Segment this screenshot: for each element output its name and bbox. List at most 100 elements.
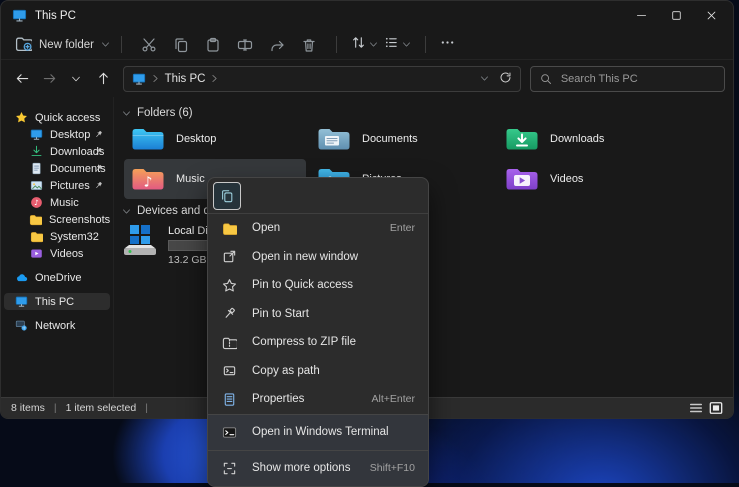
star-icon <box>14 111 28 124</box>
folder-tile-documents[interactable]: Documents <box>310 119 492 159</box>
folders-section-header[interactable]: Folders (6) <box>122 107 193 119</box>
drive-icon <box>120 223 160 257</box>
context-menu-items: OpenEnterOpen in new window Pin to Quick … <box>208 214 428 414</box>
refresh-button[interactable] <box>499 71 512 87</box>
search-input[interactable] <box>559 72 693 86</box>
sidebar-item-onedrive[interactable]: OneDrive <box>4 269 110 286</box>
folder-music-icon: ♪ <box>131 165 165 193</box>
view-toggle-buttons <box>689 401 723 415</box>
sidebar-item-this-pc[interactable]: This PC <box>4 293 110 310</box>
folder-tile-downloads[interactable]: Downloads <box>498 119 680 159</box>
music-icon: ♪ <box>29 196 43 209</box>
sidebar-item-system32[interactable]: System32 <box>4 228 110 245</box>
sidebar-item-downloads[interactable]: Downloads <box>4 143 110 160</box>
sidebar-item-screenshots[interactable]: Screenshots <box>4 211 110 228</box>
pin-quick-access-icon <box>221 278 238 293</box>
network-icon <box>14 319 28 332</box>
pictures-icon <box>29 179 43 192</box>
folders-header-label: Folders (6) <box>137 107 193 119</box>
sidebar-item-network[interactable]: Network <box>4 317 110 334</box>
up-button[interactable] <box>91 71 116 86</box>
folder-tile-label: Music <box>176 173 205 185</box>
folder-downloads-icon <box>505 125 539 153</box>
new-folder-button[interactable]: New folder <box>15 35 110 55</box>
menu-item-shortcut: Alt+Enter <box>372 393 415 405</box>
breadcrumb[interactable]: This PC <box>165 73 206 85</box>
show-more-icon <box>221 461 238 476</box>
delete-button[interactable] <box>293 37 325 53</box>
copy-button[interactable] <box>213 182 241 210</box>
this-pc-icon <box>132 72 146 86</box>
recent-locations-button[interactable] <box>64 74 89 84</box>
paste-button[interactable] <box>197 37 229 53</box>
title-bar[interactable]: This PC <box>1 1 733 30</box>
cut-button[interactable] <box>133 37 165 53</box>
view-icon <box>384 35 399 55</box>
view-button[interactable] <box>384 35 411 55</box>
desktop-icon <box>29 128 43 141</box>
sidebar-item-quick-access[interactable]: Quick access <box>4 109 110 126</box>
status-separator: | <box>54 402 57 414</box>
address-bar[interactable]: This PC <box>123 66 521 92</box>
items-count: 8 items <box>11 402 45 414</box>
edit-actions <box>133 37 325 53</box>
sort-button[interactable] <box>351 35 378 55</box>
menu-item-label: Show more options <box>252 462 350 474</box>
collapse-icon <box>122 109 131 118</box>
context-menu-extra-items: Open in Windows TerminalShow more option… <box>208 414 428 486</box>
rename-button[interactable] <box>229 37 261 53</box>
menu-item-label: Pin to Start <box>252 308 309 320</box>
menu-item-label: Pin to Quick access <box>252 279 353 291</box>
menu-item-shortcut: Enter <box>390 222 415 234</box>
sidebar-item-desktop[interactable]: Desktop <box>4 126 110 143</box>
menu-item-pin-to-quick-access[interactable]: Pin to Quick access <box>208 271 428 300</box>
menu-item-open-in-windows-terminal[interactable]: Open in Windows Terminal <box>208 415 428 450</box>
maximize-button[interactable] <box>659 1 694 30</box>
menu-item-properties[interactable]: PropertiesAlt+Enter <box>208 385 428 414</box>
context-menu-mini-toolbar <box>208 178 428 214</box>
minimize-button[interactable] <box>624 1 659 30</box>
context-menu: OpenEnterOpen in new window Pin to Quick … <box>207 177 429 487</box>
address-dropdown-icon[interactable] <box>480 74 489 83</box>
close-button[interactable] <box>694 1 729 30</box>
sidebar-item-label: OneDrive <box>35 272 81 284</box>
window-title: This PC <box>35 10 76 22</box>
menu-item-copy-as-path[interactable]: Copy as path <box>208 357 428 386</box>
chevron-right-icon[interactable] <box>210 74 219 83</box>
sidebar-item-music[interactable]: ♪Music <box>4 194 110 211</box>
sidebar-item-label: This PC <box>35 296 74 308</box>
folder-tile-videos[interactable]: Videos <box>498 159 680 199</box>
copy-button[interactable] <box>165 37 197 53</box>
chevron-down-icon <box>369 40 378 49</box>
this-pc-icon <box>14 295 28 308</box>
back-button[interactable] <box>10 71 35 86</box>
toolbar-separator <box>121 36 122 53</box>
details-view-button[interactable] <box>689 401 703 415</box>
folder-desktop-icon <box>131 125 165 153</box>
more-options-button[interactable] <box>440 35 455 55</box>
sidebar-item-documents[interactable]: Documents <box>4 160 110 177</box>
pin-icon <box>94 147 103 156</box>
search-box[interactable] <box>530 66 725 92</box>
menu-item-pin-to-start[interactable]: Pin to Start <box>208 300 428 329</box>
onedrive-icon <box>14 271 28 284</box>
sidebar-item-label: Quick access <box>35 112 100 124</box>
selected-count: 1 item selected <box>66 402 137 414</box>
menu-item-open[interactable]: OpenEnter <box>208 214 428 243</box>
share-button[interactable] <box>261 37 293 53</box>
menu-item-show-more-options[interactable]: Show more optionsShift+F10 <box>208 451 428 486</box>
menu-item-open-in-new-window[interactable]: Open in new window <box>208 243 428 272</box>
address-row: This PC <box>1 60 733 97</box>
menu-item-compress-to-zip-file[interactable]: Compress to ZIP file <box>208 328 428 357</box>
toolbar-separator <box>425 36 426 53</box>
folder-tile-desktop[interactable]: Desktop <box>124 119 306 159</box>
sidebar-item-videos[interactable]: Videos <box>4 245 110 262</box>
folder-tile-label: Downloads <box>550 133 604 145</box>
this-pc-icon <box>12 8 27 23</box>
forward-button[interactable] <box>37 71 62 86</box>
large-buttons-view-icon[interactable] <box>709 401 723 415</box>
folder-icon <box>29 213 42 226</box>
folder-documents-icon <box>317 125 351 153</box>
sidebar-item-pictures[interactable]: Pictures <box>4 177 110 194</box>
command-toolbar: New folder <box>1 30 733 60</box>
